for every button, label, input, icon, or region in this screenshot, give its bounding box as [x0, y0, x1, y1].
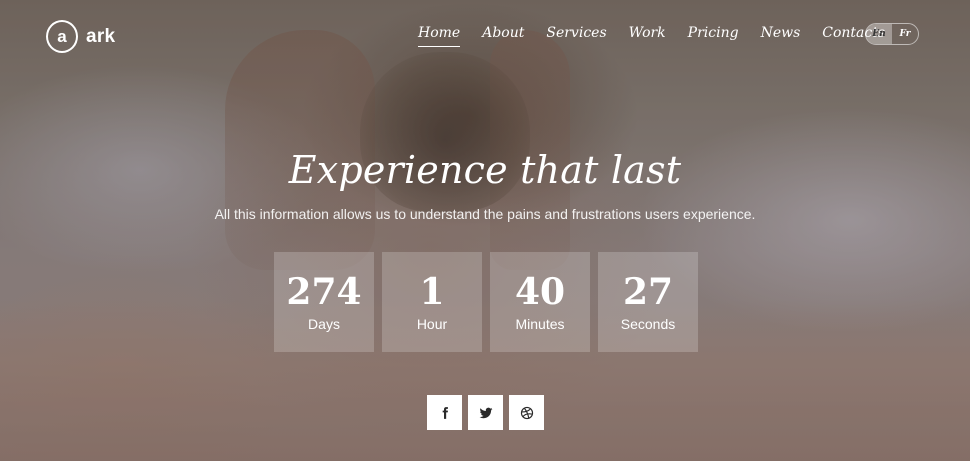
countdown-label: Hour [416, 316, 448, 332]
countdown-minutes: 40 Minutes [490, 252, 590, 352]
facebook-icon [442, 406, 448, 419]
nav-pricing[interactable]: Pricing [688, 24, 739, 47]
lang-en-button[interactable]: En [866, 24, 892, 44]
social-links [427, 395, 544, 430]
main-nav: Home About Services Work Pricing News Co… [418, 24, 907, 47]
hero-title: Experience that last [288, 148, 682, 192]
countdown-label: Days [308, 316, 340, 332]
brand-logo[interactable]: a ark [46, 20, 115, 53]
countdown-value: 274 [286, 271, 362, 313]
countdown-label: Seconds [620, 316, 676, 332]
countdown-value: 27 [622, 271, 674, 313]
countdown-seconds: 27 Seconds [598, 252, 698, 352]
countdown-label: Minutes [515, 316, 565, 332]
countdown-days: 274 Days [274, 252, 374, 352]
hero-overlay [0, 0, 970, 461]
twitter-icon [479, 407, 492, 418]
logo-text: ark [86, 25, 116, 47]
countdown-value: 1 [419, 271, 445, 313]
language-switcher: En Fr [865, 23, 919, 45]
hero-subtitle: All this information allows us to unders… [214, 206, 756, 222]
dribbble-button[interactable] [509, 395, 544, 430]
dribbble-icon [520, 406, 533, 419]
twitter-button[interactable] [468, 395, 503, 430]
nav-services[interactable]: Services [546, 24, 606, 47]
hero-background-photo [0, 0, 970, 461]
countdown: 274 Days 1 Hour 40 Minutes 27 Seconds [274, 252, 698, 352]
facebook-button[interactable] [427, 395, 462, 430]
nav-work[interactable]: Work [629, 24, 666, 47]
logo-mark: a [46, 20, 78, 53]
countdown-hours: 1 Hour [382, 252, 482, 352]
lang-fr-button[interactable]: Fr [892, 24, 918, 44]
nav-about[interactable]: About [482, 24, 524, 47]
nav-news[interactable]: News [761, 24, 801, 47]
nav-home[interactable]: Home [418, 24, 461, 47]
countdown-value: 40 [514, 271, 566, 313]
